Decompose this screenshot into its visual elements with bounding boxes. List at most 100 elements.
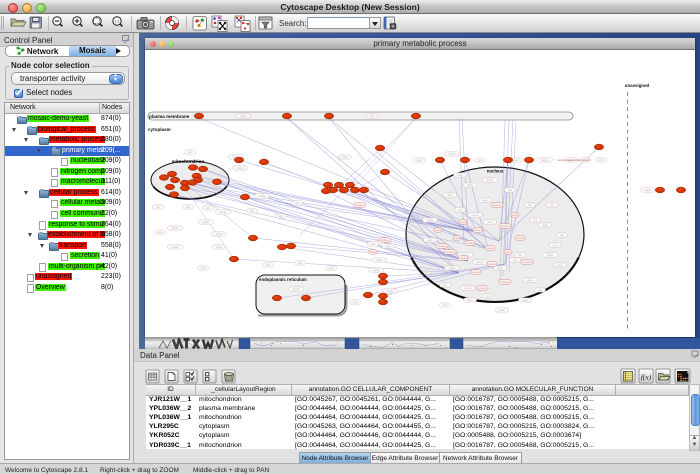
- svg-text:xxxx: xxxx: [416, 158, 422, 162]
- svg-text:xxx: xxx: [295, 201, 300, 205]
- svg-text:xxxx: xxxx: [467, 183, 473, 187]
- svg-text:xxxxx: xxxxx: [172, 226, 180, 230]
- svg-text:xxxxx: xxxxx: [516, 236, 524, 240]
- svg-text:xxxxx: xxxxx: [474, 228, 482, 232]
- svg-text:xxxx: xxxx: [499, 308, 505, 312]
- svg-text:xxxx: xxxx: [557, 263, 563, 267]
- svg-text:1:1: 1:1: [115, 20, 120, 24]
- svg-text:xxxxxxxxxxxxxxxxxxxxxx: xxxxxxxxxxxxxxxxxxxxxx: [557, 158, 591, 162]
- svg-text:xxx: xxx: [518, 253, 523, 257]
- svg-text:xxxxx: xxxxx: [488, 262, 496, 266]
- svg-text:xxxxx: xxxxx: [172, 245, 180, 249]
- svg-text:xxxx: xxxx: [447, 193, 453, 197]
- svg-text:xxx: xxx: [478, 158, 483, 162]
- svg-text:nucleus: nucleus: [487, 169, 504, 174]
- svg-text:xxx: xxx: [188, 150, 193, 154]
- svg-text:xxxxxx: xxxxxx: [501, 224, 511, 228]
- svg-text:xxx: xxx: [250, 209, 255, 213]
- svg-text:xxxxx: xxxxx: [216, 232, 224, 236]
- svg-text:xxxx: xxxx: [512, 213, 519, 217]
- svg-text:xxxxx: xxxxx: [472, 270, 480, 274]
- svg-text:xxxx: xxxx: [522, 298, 528, 302]
- svg-text:plasma membrane: plasma membrane: [149, 114, 190, 119]
- svg-text:xxx: xxx: [186, 205, 191, 209]
- svg-text:xxx: xxx: [279, 214, 284, 218]
- svg-text:xxxx: xxxx: [385, 244, 391, 248]
- svg-text:xxxxx: xxxxx: [472, 213, 480, 217]
- svg-text:f(x): f(x): [641, 373, 652, 382]
- svg-text:xxx: xxx: [266, 263, 271, 267]
- svg-text:xxxxx: xxxxx: [220, 210, 228, 214]
- svg-text:xxxx: xxxx: [457, 173, 463, 177]
- svg-text:xxxx: xxxx: [342, 155, 348, 159]
- svg-text:xxxxx: xxxxx: [487, 178, 495, 182]
- svg-text:xxxxx: xxxxx: [527, 278, 535, 282]
- svg-text:xxxxx: xxxxx: [376, 258, 384, 262]
- svg-text:xxxxx: xxxxx: [459, 256, 467, 260]
- svg-text:xxxx: xxxx: [513, 158, 519, 162]
- svg-text:xxxx: xxxx: [216, 245, 222, 249]
- svg-text:xxxxxx: xxxxxx: [446, 250, 456, 254]
- svg-text:endoplasmic reticulum: endoplasmic reticulum: [259, 277, 307, 282]
- svg-text:xxxxx: xxxxx: [542, 158, 550, 162]
- svg-text:xxx: xxx: [370, 114, 375, 118]
- svg-text:mitochondrion: mitochondrion: [172, 159, 205, 164]
- svg-text:xxx: xxx: [528, 203, 533, 207]
- svg-text:xxx: xxx: [201, 266, 206, 270]
- svg-text:xxx: xxx: [553, 243, 558, 247]
- svg-text:xxxx: xxxx: [454, 236, 461, 240]
- svg-text:unassigned: unassigned: [625, 83, 650, 88]
- svg-text:xxxxxx: xxxxxx: [501, 280, 511, 284]
- svg-text:xxxxx: xxxxx: [373, 268, 381, 272]
- svg-text:xxxxxx: xxxxxx: [493, 203, 503, 207]
- svg-text:xxxx: xxxx: [487, 220, 493, 224]
- svg-text:xxxx: xxxx: [542, 223, 548, 227]
- svg-text:xxxxx: xxxxx: [466, 241, 474, 245]
- svg-text:cytoplasm: cytoplasm: [148, 127, 171, 132]
- svg-text:xxxxx: xxxxx: [240, 114, 248, 118]
- svg-text:xxx: xxx: [371, 242, 376, 246]
- svg-text:xxxx: xxxx: [497, 266, 503, 270]
- svg-text:xxxxx: xxxxx: [449, 152, 457, 156]
- svg-text:xxxxx: xxxxx: [387, 289, 395, 293]
- svg-text:xxxx: xxxx: [370, 250, 377, 254]
- svg-text:xxxx: xxxx: [427, 238, 433, 242]
- svg-text:xxxxxx: xxxxxx: [381, 238, 391, 242]
- svg-text:xxxxx: xxxxx: [547, 253, 555, 257]
- svg-text:xxxx: xxxx: [460, 220, 467, 224]
- svg-text:xxxxx: xxxxx: [477, 260, 485, 264]
- svg-text:xxxxxx: xxxxxx: [356, 203, 366, 207]
- svg-text:xxxxx: xxxxx: [465, 286, 473, 290]
- svg-text:xxx: xxx: [156, 205, 161, 209]
- svg-text:xxx: xxx: [443, 303, 448, 307]
- svg-text:xxxxx: xxxxx: [259, 194, 267, 198]
- svg-text:xxx: xxx: [443, 283, 448, 287]
- svg-text:xxxxx: xxxxx: [427, 218, 435, 222]
- svg-text:xxxxx: xxxxx: [203, 220, 211, 224]
- svg-text:xxxx: xxxx: [435, 228, 442, 232]
- svg-text:xxxxx: xxxxx: [449, 266, 457, 270]
- svg-text:xxx: xxx: [533, 218, 538, 222]
- svg-text:xxx: xxx: [298, 261, 303, 265]
- svg-text:xxx: xxx: [458, 208, 463, 212]
- svg-text:xxxx: xxxx: [467, 298, 473, 302]
- svg-text:xxxxx: xxxxx: [293, 287, 301, 291]
- svg-text:xxx: xxx: [329, 266, 334, 270]
- svg-text:xxx: xxx: [560, 233, 565, 237]
- svg-text:xxxxxx: xxxxxx: [478, 286, 488, 290]
- svg-text:xxx: xxx: [206, 206, 211, 210]
- svg-text:xxxxx: xxxxx: [486, 246, 494, 250]
- svg-text:xxxxx: xxxxx: [645, 188, 653, 192]
- svg-text:xxx: xxx: [513, 258, 518, 262]
- svg-text:xxxx: xxxx: [505, 250, 512, 254]
- svg-text:xxx: xxx: [550, 203, 555, 207]
- svg-text:xxxxxx: xxxxxx: [438, 244, 448, 248]
- svg-text:xxx: xxx: [486, 294, 491, 298]
- svg-text:xxx: xxx: [508, 188, 513, 192]
- svg-text:xxx: xxx: [599, 158, 604, 162]
- svg-text:xxx: xxx: [538, 288, 543, 292]
- svg-text:xxxxxx: xxxxxx: [523, 260, 533, 264]
- svg-text:xxxxx: xxxxx: [237, 166, 245, 170]
- svg-text:xxx: xxx: [158, 230, 163, 234]
- svg-text:xxxx: xxxx: [482, 198, 488, 202]
